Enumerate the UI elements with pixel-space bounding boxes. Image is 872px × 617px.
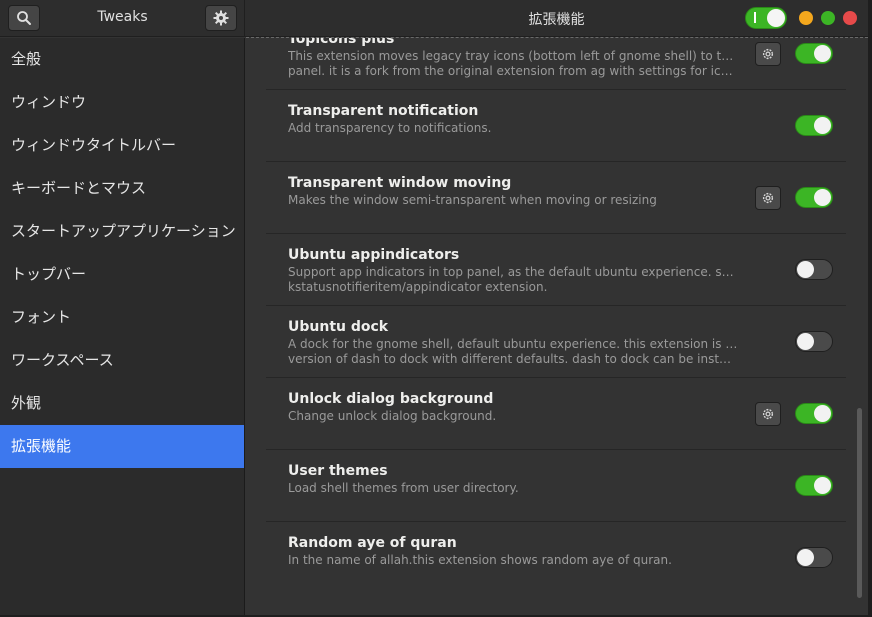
extension-row-ubuntu-appindicators[interactable]: Ubuntu appindicators Support app indicat… — [266, 234, 846, 306]
sidebar-item-window-titlebars[interactable]: ウィンドウタイトルバー — [0, 124, 244, 167]
extension-description: Change unlock dialog background. — [288, 409, 738, 424]
switch-knob — [797, 333, 814, 350]
extension-row-topicons-plus[interactable]: Topicons plus This extension moves legac… — [266, 38, 846, 90]
gear-icon — [762, 192, 774, 204]
search-icon — [17, 11, 31, 25]
extensions-list-pane[interactable]: Topicons plus This extension moves legac… — [246, 38, 868, 615]
extension-row-transparent-notification[interactable]: Transparent notification Add transparenc… — [266, 90, 846, 162]
maximize-button[interactable] — [821, 11, 835, 25]
search-button[interactable] — [8, 5, 40, 31]
tweaks-window: Tweaks 拡張機能 全般 ウィンドウ ウィンドウタイトルバー キーボードとマ… — [0, 0, 868, 615]
scrollbar[interactable] — [857, 408, 862, 598]
extension-title: Topicons plus — [288, 38, 395, 47]
description-line: Makes the window semi-transparent when m… — [288, 193, 657, 207]
header-bar: Tweaks 拡張機能 — [0, 0, 868, 37]
extension-title: Unlock dialog background — [288, 391, 494, 407]
header-left-pane: Tweaks — [0, 0, 245, 37]
close-button[interactable] — [843, 11, 857, 25]
description-line: Add transparency to notifications. — [288, 121, 492, 135]
extension-row-unlock-dialog-background[interactable]: Unlock dialog background Change unlock d… — [266, 378, 846, 450]
extension-title: Transparent window moving — [288, 175, 512, 191]
extension-description: Load shell themes from user directory. — [288, 481, 738, 496]
switch-knob — [814, 405, 831, 422]
extension-description: This extension moves legacy tray icons (… — [288, 49, 738, 79]
switch-knob — [814, 477, 831, 494]
gear-icon — [213, 10, 229, 26]
extension-settings-button[interactable] — [755, 42, 781, 66]
extension-row-ubuntu-dock[interactable]: Ubuntu dock A dock for the gnome shell, … — [266, 306, 846, 378]
extension-description: In the name of allah.this extension show… — [288, 553, 738, 568]
extension-toggle[interactable] — [795, 475, 833, 496]
description-line: panel. it is a fork from the original ex… — [288, 64, 738, 78]
extension-toggle[interactable] — [795, 547, 833, 568]
switch-knob — [767, 9, 785, 27]
gear-icon — [762, 408, 774, 420]
extension-settings-button[interactable] — [755, 186, 781, 210]
extension-description: A dock for the gnome shell, default ubun… — [288, 337, 738, 367]
description-line: Change unlock dialog background. — [288, 409, 497, 423]
sidebar-item-startup-applications[interactable]: スタートアップアプリケーション — [0, 210, 244, 253]
extension-toggle[interactable] — [795, 403, 833, 424]
extension-row-random-aye-of-quran[interactable]: Random aye of quran In the name of allah… — [266, 522, 846, 594]
sidebar-item-top-bar[interactable]: トップバー — [0, 253, 244, 296]
extension-row-user-themes[interactable]: User themes Load shell themes from user … — [266, 450, 846, 522]
extension-title: Transparent notification — [288, 103, 479, 119]
switch-knob — [814, 45, 831, 62]
description-line: kstatusnotifieritem/appindicator extensi… — [288, 280, 548, 294]
extension-toggle[interactable] — [795, 187, 833, 208]
extension-toggle[interactable] — [795, 115, 833, 136]
extension-title: Ubuntu appindicators — [288, 247, 460, 263]
extension-row-transparent-window-moving[interactable]: Transparent window moving Makes the wind… — [266, 162, 846, 234]
extension-description: Add transparency to notifications. — [288, 121, 738, 136]
extension-description: Support app indicators in top panel, as … — [288, 265, 738, 295]
switch-on-mark — [754, 12, 756, 23]
minimize-button[interactable] — [799, 11, 813, 25]
sidebar-item-general[interactable]: 全般 — [0, 38, 244, 81]
preferences-button[interactable] — [205, 5, 237, 31]
description-line: Load shell themes from user directory. — [288, 481, 519, 495]
scroll-edge-indicator — [246, 37, 868, 38]
extension-settings-button[interactable] — [755, 402, 781, 426]
extension-toggle[interactable] — [795, 43, 833, 64]
extension-title: Ubuntu dock — [288, 319, 389, 335]
description-line: In the name of allah.this extension show… — [288, 553, 672, 567]
description-line: A dock for the gnome shell, default ubun… — [288, 337, 738, 351]
gear-icon — [762, 48, 774, 60]
extension-description: Makes the window semi-transparent when m… — [288, 193, 738, 208]
extensions-global-switch[interactable] — [745, 7, 787, 29]
switch-knob — [797, 261, 814, 278]
switch-knob — [814, 117, 831, 134]
sidebar-item-extensions[interactable]: 拡張機能 — [0, 425, 244, 468]
description-line: version of dash to dock with different d… — [288, 352, 738, 366]
sidebar-item-appearance[interactable]: 外観 — [0, 382, 244, 425]
sidebar-item-keyboard-mouse[interactable]: キーボードとマウス — [0, 167, 244, 210]
description-line: Support app indicators in top panel, as … — [288, 265, 738, 279]
sidebar-item-workspaces[interactable]: ワークスペース — [0, 339, 244, 382]
switch-knob — [814, 189, 831, 206]
sidebar-item-windows[interactable]: ウィンドウ — [0, 81, 244, 124]
switch-knob — [797, 549, 814, 566]
description-line: This extension moves legacy tray icons (… — [288, 49, 738, 63]
extension-title: User themes — [288, 463, 388, 479]
extension-toggle[interactable] — [795, 259, 833, 280]
extensions-list: Topicons plus This extension moves legac… — [266, 38, 846, 594]
sidebar-item-fonts[interactable]: フォント — [0, 296, 244, 339]
sidebar: 全般 ウィンドウ ウィンドウタイトルバー キーボードとマウス スタートアップアプ… — [0, 38, 245, 615]
extension-title: Random aye of quran — [288, 535, 457, 551]
extension-toggle[interactable] — [795, 331, 833, 352]
